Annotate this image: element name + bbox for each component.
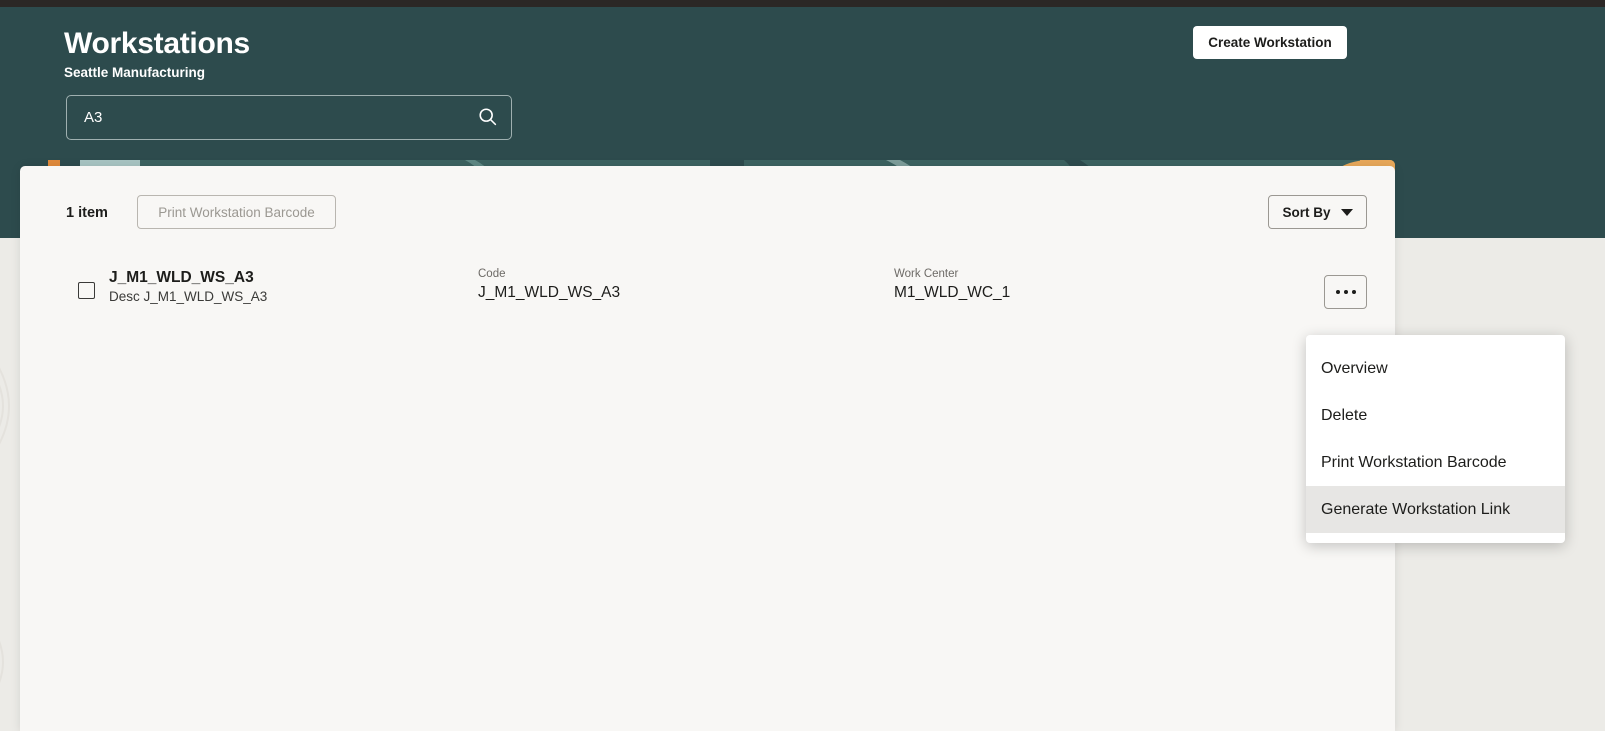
menu-item-print-workstation-barcode[interactable]: Print Workstation Barcode: [1306, 439, 1565, 486]
row-actions-menu: Overview Delete Print Workstation Barcod…: [1306, 335, 1565, 543]
workstations-page: Workstations Seattle Manufacturing Creat…: [0, 0, 1605, 731]
column-work-center: Work Center M1_WLD_WC_1: [894, 268, 1010, 302]
search-input[interactable]: [67, 96, 463, 139]
column-work-center-label: Work Center: [894, 268, 959, 280]
table-row[interactable]: J_M1_WLD_WS_A3 Desc J_M1_WLD_WS_A3 Code …: [20, 258, 1395, 322]
create-workstation-button[interactable]: Create Workstation: [1193, 26, 1347, 59]
ellipsis-icon: [1343, 290, 1348, 294]
print-workstation-barcode-button[interactable]: Print Workstation Barcode: [137, 195, 336, 229]
row-select-checkbox[interactable]: [78, 282, 95, 299]
content-card: 1 item Print Workstation Barcode Sort By…: [20, 166, 1395, 731]
card-toolbar: 1 item Print Workstation Barcode Sort By: [20, 166, 1395, 258]
column-work-center-value: M1_WLD_WC_1: [894, 284, 1011, 301]
column-code-label: Code: [478, 268, 506, 280]
ellipsis-icon: [1351, 290, 1356, 294]
search-button[interactable]: [463, 96, 511, 139]
page-title: Workstations: [64, 27, 250, 60]
top-chrome-strip: [0, 0, 1605, 7]
search-icon: [477, 106, 498, 130]
chevron-down-icon: [1340, 208, 1353, 216]
column-code: Code J_M1_WLD_WS_A3: [478, 268, 620, 302]
menu-item-delete[interactable]: Delete: [1306, 392, 1565, 439]
ellipsis-icon: [1335, 290, 1340, 294]
row-more-actions-button[interactable]: [1324, 275, 1367, 309]
sort-by-label: Sort By: [1282, 204, 1331, 220]
sort-by-button[interactable]: Sort By: [1268, 195, 1367, 229]
search-bar[interactable]: [66, 95, 512, 140]
menu-item-generate-workstation-link[interactable]: Generate Workstation Link: [1306, 486, 1565, 533]
menu-item-overview[interactable]: Overview: [1306, 345, 1565, 392]
item-count-label: 1 item: [66, 205, 108, 221]
page-subtitle: Seattle Manufacturing: [64, 65, 206, 80]
column-code-value: J_M1_WLD_WS_A3: [478, 284, 621, 301]
row-name: J_M1_WLD_WS_A3: [109, 269, 254, 286]
row-description: Desc J_M1_WLD_WS_A3: [109, 289, 268, 304]
